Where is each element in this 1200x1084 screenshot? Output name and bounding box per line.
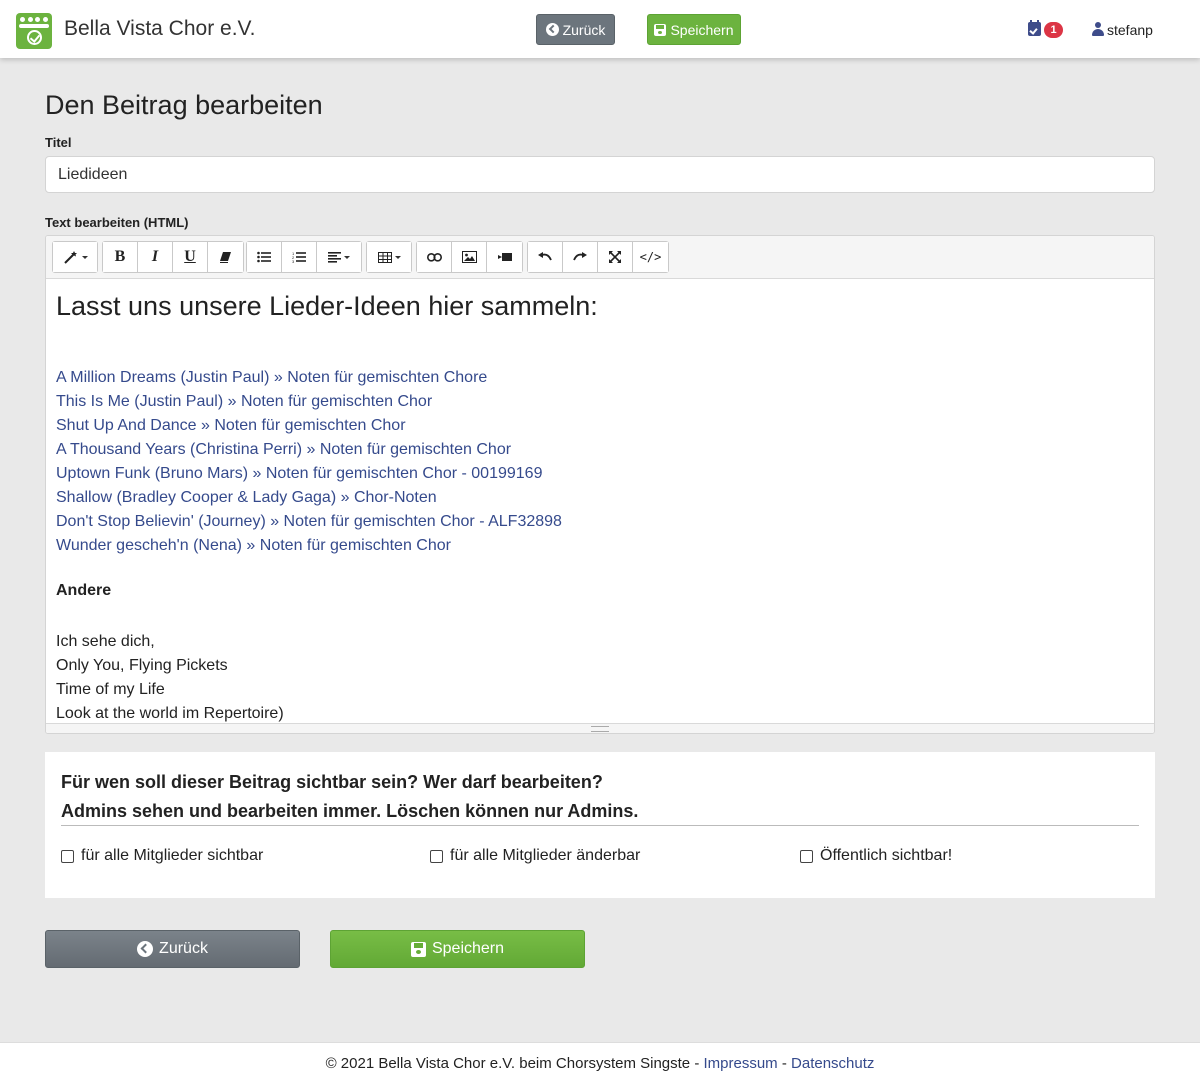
italic-icon: I xyxy=(151,248,159,265)
checkbox-label: für alle Mitglieder sichtbar xyxy=(81,847,264,864)
underline-button[interactable]: U xyxy=(173,242,208,272)
svg-text:3: 3 xyxy=(292,259,295,263)
title-label: Titel xyxy=(45,135,72,150)
public-visible-checkbox[interactable]: Öffentlich sichtbar! xyxy=(800,847,952,865)
text-editor-label: Text bearbeiten (HTML) xyxy=(45,215,189,230)
checkbox-label: für alle Mitglieder änderbar xyxy=(450,847,641,864)
redo-button[interactable] xyxy=(563,242,598,272)
checkbox-box[interactable] xyxy=(61,849,74,863)
others-list: Ich sehe dich, Only You, Flying Pickets … xyxy=(56,630,284,726)
video-button[interactable] xyxy=(487,242,522,272)
expand-icon xyxy=(609,251,621,263)
style-group xyxy=(52,241,98,273)
back-button-top[interactable]: Zurück xyxy=(536,14,615,45)
footer-copyright: © 2021 Bella Vista Chor e.V. beim Chorsy… xyxy=(325,1055,691,1072)
html-editor: B I U 123 </> Lasst uns unsere Lieder-Id… xyxy=(45,235,1155,734)
editor-resize-handle[interactable] xyxy=(46,723,1154,733)
page-title: Den Beitrag bearbeiten xyxy=(45,90,323,120)
members-visible-checkbox[interactable]: für alle Mitglieder sichtbar xyxy=(61,847,263,865)
underline-icon: U xyxy=(184,248,196,265)
paragraph-group: 123 xyxy=(246,241,362,273)
song-link[interactable]: This Is Me (Justin Paul) » Noten für gem… xyxy=(56,390,562,414)
editor-toolbar: B I U 123 </> xyxy=(46,236,1154,279)
back-button-label: Zurück xyxy=(562,21,606,38)
eraser-button[interactable] xyxy=(208,242,243,272)
list-ol-icon: 123 xyxy=(292,251,306,263)
insert-group xyxy=(416,241,523,273)
italic-button[interactable]: I xyxy=(138,242,173,272)
list-ul-icon xyxy=(257,251,271,263)
bold-button[interactable]: B xyxy=(103,242,138,272)
footer-separator: - xyxy=(690,1055,704,1072)
back-button[interactable]: Zurück xyxy=(45,930,300,968)
link-icon xyxy=(426,252,442,262)
checkbox-label: Öffentlich sichtbar! xyxy=(820,847,953,864)
font-group: B I U xyxy=(102,241,244,273)
song-link[interactable]: Don't Stop Believin' (Journey) » Noten f… xyxy=(56,510,562,534)
video-icon xyxy=(497,253,512,261)
magic-wand-icon[interactable] xyxy=(53,242,97,272)
chevron-left-circle-icon xyxy=(137,941,154,957)
table-group xyxy=(366,241,412,273)
content-heading: Lasst uns unsere Lieder-Ideen hier samme… xyxy=(56,291,598,321)
table-dropdown[interactable] xyxy=(367,242,411,272)
redo-icon xyxy=(573,252,587,261)
undo-button[interactable] xyxy=(528,242,563,272)
user-icon[interactable] xyxy=(1092,22,1104,37)
floppy-disk-icon xyxy=(654,23,667,36)
save-button[interactable]: Speichern xyxy=(330,930,585,968)
calendar-check-icon[interactable] xyxy=(1028,20,1041,36)
save-button-label: Speichern xyxy=(670,21,734,38)
align-left-icon xyxy=(328,251,341,263)
notification-badge[interactable]: 1 xyxy=(1044,22,1063,38)
editor-content[interactable]: Lasst uns unsere Lieder-Ideen hier samme… xyxy=(56,291,1144,722)
song-link-list: A Million Dreams (Justin Paul) » Noten f… xyxy=(56,366,562,558)
bullet-list-button[interactable] xyxy=(247,242,282,272)
back-button-label: Zurück xyxy=(159,940,208,957)
table-icon xyxy=(377,251,392,263)
song-link[interactable]: Wunder gescheh'n (Nena) » Noten für gemi… xyxy=(56,534,562,558)
choir-logo-icon[interactable] xyxy=(16,13,52,49)
ordered-list-button[interactable]: 123 xyxy=(282,242,317,272)
top-navbar: Bella Vista Chor e.V. Zurück Speichern 1… xyxy=(0,0,1200,58)
code-icon: </> xyxy=(639,250,662,264)
visibility-question: Für wen soll dieser Beitrag sichtbar sei… xyxy=(61,772,603,792)
undo-icon xyxy=(538,252,552,261)
code-view-button[interactable]: </> xyxy=(633,242,668,272)
checkbox-box[interactable] xyxy=(800,849,813,863)
others-heading: Andere xyxy=(56,582,112,599)
song-link[interactable]: Shut Up And Dance » Noten für gemischten… xyxy=(56,414,562,438)
bold-icon: B xyxy=(114,248,126,265)
divider xyxy=(61,825,1139,826)
fullscreen-button[interactable] xyxy=(598,242,633,272)
link-button[interactable] xyxy=(417,242,452,272)
impressum-link[interactable]: Impressum xyxy=(704,1055,778,1072)
picture-icon xyxy=(461,251,477,263)
save-button-top[interactable]: Speichern xyxy=(647,14,741,45)
brand-name[interactable]: Bella Vista Chor e.V. xyxy=(64,17,255,41)
save-button-label: Speichern xyxy=(431,940,505,957)
chevron-left-circle-icon xyxy=(545,23,559,36)
floppy-disk-icon xyxy=(410,941,426,957)
song-link[interactable]: Shallow (Bradley Cooper & Lady Gaga) » C… xyxy=(56,486,562,510)
username-link[interactable]: stefanp xyxy=(1107,22,1153,38)
footer: © 2021 Bella Vista Chor e.V. beim Chorsy… xyxy=(0,1042,1200,1084)
misc-group: </> xyxy=(527,241,669,273)
visibility-panel: Für wen soll dieser Beitrag sichtbar sei… xyxy=(45,752,1155,898)
song-link[interactable]: A Thousand Years (Christina Perri) » Not… xyxy=(56,438,562,462)
song-link[interactable]: Uptown Funk (Bruno Mars) » Noten für gem… xyxy=(56,462,562,486)
footer-separator: - xyxy=(777,1055,792,1072)
members-editable-checkbox[interactable]: für alle Mitglieder änderbar xyxy=(430,847,640,865)
eraser-icon xyxy=(220,252,231,263)
list-item: Only You, Flying Pickets xyxy=(56,657,228,674)
image-button[interactable] xyxy=(452,242,487,272)
title-input[interactable] xyxy=(45,156,1155,193)
list-item: Time of my Life xyxy=(56,681,165,698)
checkbox-box[interactable] xyxy=(430,849,443,863)
align-dropdown[interactable] xyxy=(317,242,361,272)
visibility-note: Admins sehen und bearbeiten immer. Lösch… xyxy=(61,801,639,821)
list-item: Ich sehe dich, xyxy=(56,633,155,650)
datenschutz-link[interactable]: Datenschutz xyxy=(791,1055,874,1072)
song-link[interactable]: A Million Dreams (Justin Paul) » Noten f… xyxy=(56,366,562,390)
